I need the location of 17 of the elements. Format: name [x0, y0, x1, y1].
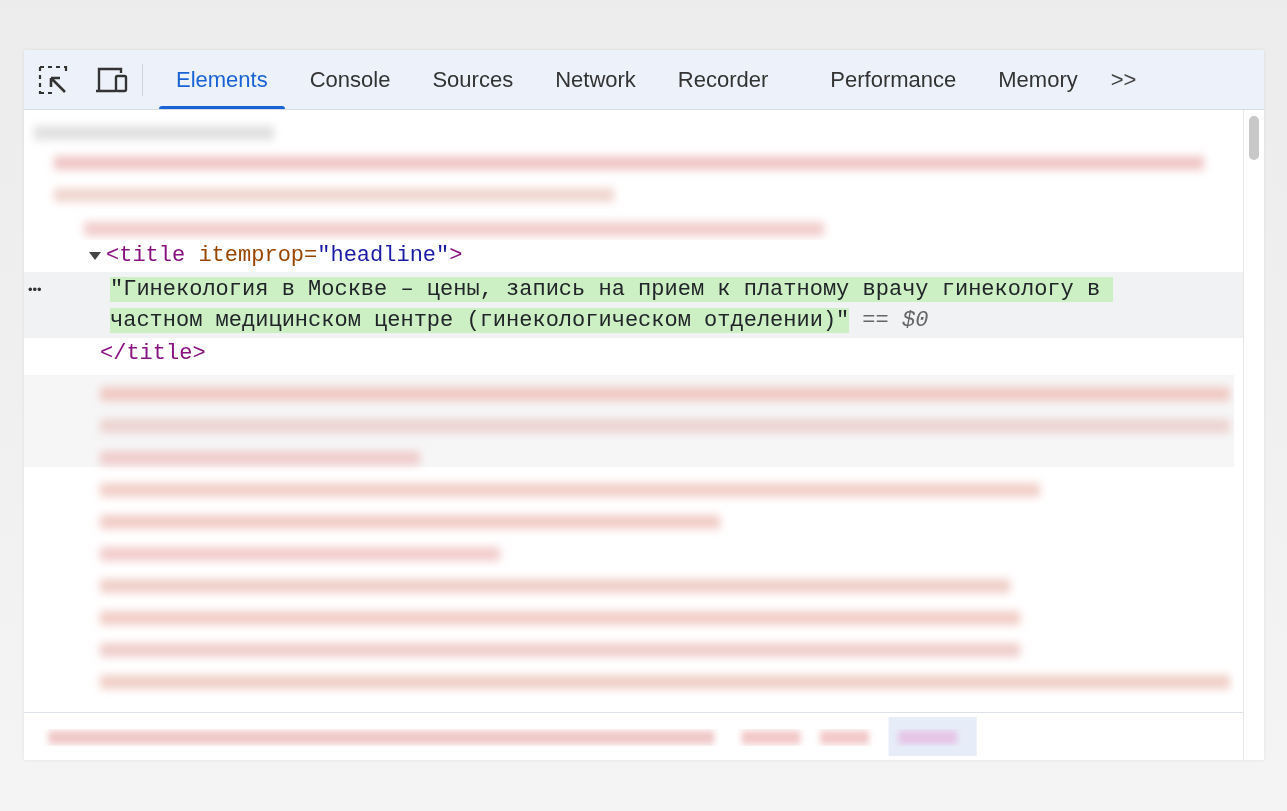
html-tag: </title>	[100, 338, 206, 370]
row-menu[interactable]: •••	[24, 274, 110, 336]
node-reference: $0	[901, 308, 929, 333]
tab[interactable]: Sources	[411, 50, 535, 109]
expanded-triangle-icon[interactable]	[88, 250, 102, 262]
tab[interactable]: Memory	[977, 50, 1099, 109]
device-icon[interactable]	[94, 66, 128, 93]
tab[interactable]: Elements	[155, 50, 289, 109]
scrollbar-thumb[interactable]	[1249, 116, 1259, 160]
tab[interactable]: Console	[288, 50, 412, 109]
more-tabs-button[interactable]: >>	[1104, 50, 1143, 109]
equals-sign: ==	[862, 308, 889, 333]
tab[interactable]: Recorder	[656, 50, 790, 109]
inspect-icon[interactable]	[38, 64, 70, 95]
tab[interactable]: Performance	[809, 50, 978, 109]
html-tag: <title itemprop="headline">	[106, 240, 463, 272]
tab[interactable]: Network	[534, 50, 657, 109]
